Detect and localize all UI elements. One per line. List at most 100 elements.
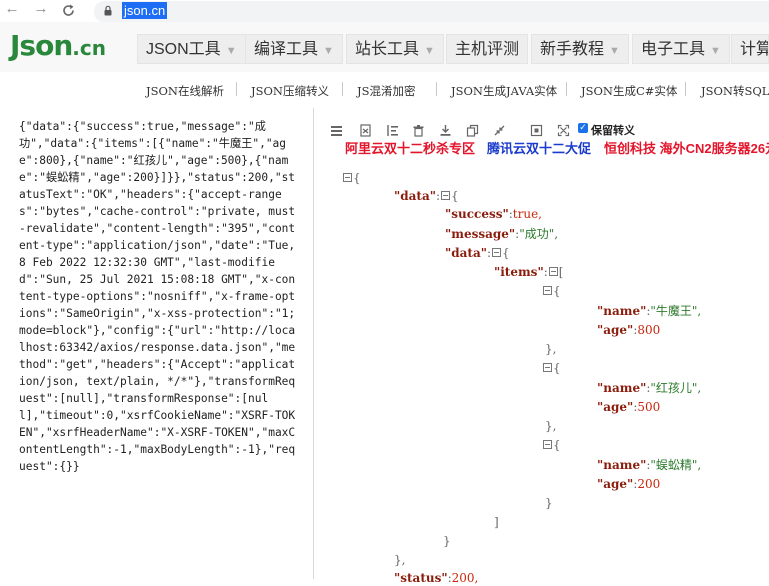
collapse-toggle-icon[interactable] — [343, 173, 352, 182]
logo-suffix: .cn — [72, 36, 106, 60]
json-key: "data" — [394, 189, 436, 203]
tree-node-status: "status":200, — [394, 571, 479, 585]
menu-label: 站长工具 — [355, 41, 420, 58]
menu-tutorials[interactable]: 新手教程 ▼ — [531, 34, 629, 64]
json-key: "age" — [597, 323, 634, 337]
tree-root: { — [342, 170, 361, 186]
document-icon[interactable] — [359, 124, 372, 137]
arrow-right-icon[interactable]: → — [33, 0, 49, 20]
menu-host-review[interactable]: 主机评测 — [446, 34, 529, 64]
json-value: 200 — [637, 477, 661, 491]
tree-inner-data-close: } — [443, 534, 451, 548]
json-value: 500 — [637, 400, 661, 414]
tree-items-close: ] — [494, 515, 499, 529]
tree-item-close: } — [545, 496, 553, 510]
divider — [236, 82, 237, 96]
sub-navigation: JSON在线解析 JSON压缩转义 JS混淆加密 JSON生成JAVA实体 JS… — [0, 72, 769, 109]
tree-item-open: { — [542, 283, 561, 299]
json-key: "name" — [597, 381, 647, 395]
menu-json-tools[interactable]: JSON工具 ▼ — [137, 34, 246, 64]
copy-icon[interactable] — [466, 124, 479, 137]
tree-item-open: { — [542, 437, 561, 453]
menu-calculate[interactable]: 计算 — [731, 34, 769, 64]
tree-node-inner-data: "data":{ — [445, 246, 510, 260]
divider — [685, 82, 686, 96]
divider — [436, 82, 437, 96]
tree-node-success: "success":true, — [445, 207, 542, 221]
subnav-json-parse[interactable]: JSON在线解析 — [146, 83, 224, 99]
list-icon[interactable] — [330, 124, 343, 137]
json-value: "蜈蚣精", — [650, 458, 702, 472]
json-value: 800 — [637, 323, 661, 337]
collapse-toggle-icon[interactable] — [543, 363, 552, 372]
download-icon[interactable] — [439, 124, 452, 137]
tree-item1-age: "age":800 — [597, 323, 661, 337]
collapse-icon[interactable] — [530, 124, 543, 137]
address-bar[interactable] — [94, 1, 769, 22]
subnav-json-compress[interactable]: JSON压缩转义 — [251, 83, 329, 99]
tree-item-close: }, — [545, 419, 557, 433]
trash-icon[interactable] — [412, 124, 425, 137]
menu-label: JSON工具 — [146, 41, 221, 58]
menu-compile-tools[interactable]: 编译工具 ▼ — [245, 34, 343, 64]
escape-checkbox-label[interactable]: 保留转义 — [591, 122, 635, 138]
ad-link-tencent[interactable]: 腾讯云双十二大促 — [487, 138, 591, 157]
menu-label: 编译工具 — [254, 41, 319, 58]
menu-label: 新手教程 — [540, 41, 605, 58]
arrow-left-icon[interactable]: ← — [4, 0, 20, 20]
collapse-toggle-icon[interactable] — [543, 286, 552, 295]
json-output-pane — [314, 108, 769, 579]
escape-checkbox[interactable]: ✓ — [578, 123, 588, 133]
ad-link-henghost[interactable]: 恒创科技 海外CN2服务器26元 — [604, 138, 769, 157]
tree-item2-age: "age":500 — [597, 400, 661, 414]
indent-icon[interactable] — [386, 124, 399, 137]
lock-icon — [104, 5, 112, 16]
tree-item2-name: "name":"红孩儿", — [597, 381, 702, 395]
json-key: "message" — [445, 227, 516, 241]
json-key: "name" — [597, 304, 647, 318]
chevron-down-icon: ▼ — [424, 45, 435, 57]
logo-main: Json — [10, 29, 73, 62]
collapse-toggle-icon[interactable] — [543, 440, 552, 449]
browser-toolbar: ← → json.cn — [0, 0, 769, 23]
json-key: "status" — [394, 571, 448, 585]
expand-icon[interactable] — [557, 124, 570, 137]
collapse-toggle-icon[interactable] — [441, 191, 451, 200]
tree-item-open: { — [542, 360, 561, 376]
tree-node-items: "items":[ — [494, 265, 564, 279]
menu-label: 计算 — [740, 41, 769, 58]
tree-item-close: }, — [545, 342, 557, 356]
tree-node-data: "data":{ — [394, 189, 459, 203]
json-key: "age" — [597, 400, 634, 414]
chevron-down-icon: ▼ — [323, 45, 334, 57]
site-logo[interactable]: Json.cn — [10, 29, 106, 62]
subnav-json-java[interactable]: JSON生成JAVA实体 — [451, 83, 557, 99]
json-key: "name" — [597, 458, 647, 472]
json-value: "成功", — [519, 227, 559, 241]
collapse-toggle-icon[interactable] — [548, 267, 558, 276]
json-input-text[interactable]: {"data":{"success":true,"message":"成功","… — [19, 118, 301, 475]
compress-icon[interactable] — [493, 124, 506, 137]
json-input-pane[interactable]: {"data":{"success":true,"message":"成功","… — [0, 108, 314, 579]
url-text[interactable]: json.cn — [122, 2, 168, 19]
collapse-toggle-icon[interactable] — [492, 248, 502, 257]
tree-data-close: }, — [394, 553, 406, 567]
menu-webmaster-tools[interactable]: 站长工具 ▼ — [346, 34, 444, 64]
subnav-json-csharp[interactable]: JSON生成C#实体 — [581, 83, 677, 99]
divider — [566, 82, 567, 96]
menu-label: 电子工具 — [641, 41, 706, 58]
tree-item1-name: "name":"牛魔王", — [597, 304, 702, 318]
menu-label: 主机评测 — [455, 41, 520, 58]
ad-link-aliyun[interactable]: 阿里云双十二秒杀专区 — [345, 138, 475, 157]
json-key: "items" — [494, 265, 544, 279]
json-value: true, — [512, 207, 542, 221]
subnav-json-sql[interactable]: JSON转SQL — [701, 83, 769, 99]
menu-electronic-tools[interactable]: 电子工具 ▼ — [632, 34, 730, 64]
json-value: "牛魔王", — [650, 304, 702, 318]
reload-icon[interactable] — [61, 3, 76, 18]
json-value: 200, — [451, 571, 479, 585]
chevron-down-icon: ▼ — [609, 45, 620, 57]
json-key: "age" — [597, 477, 634, 491]
subnav-js-obfuscate[interactable]: JS混淆加密 — [357, 83, 416, 99]
json-value: "红孩儿", — [650, 381, 702, 395]
